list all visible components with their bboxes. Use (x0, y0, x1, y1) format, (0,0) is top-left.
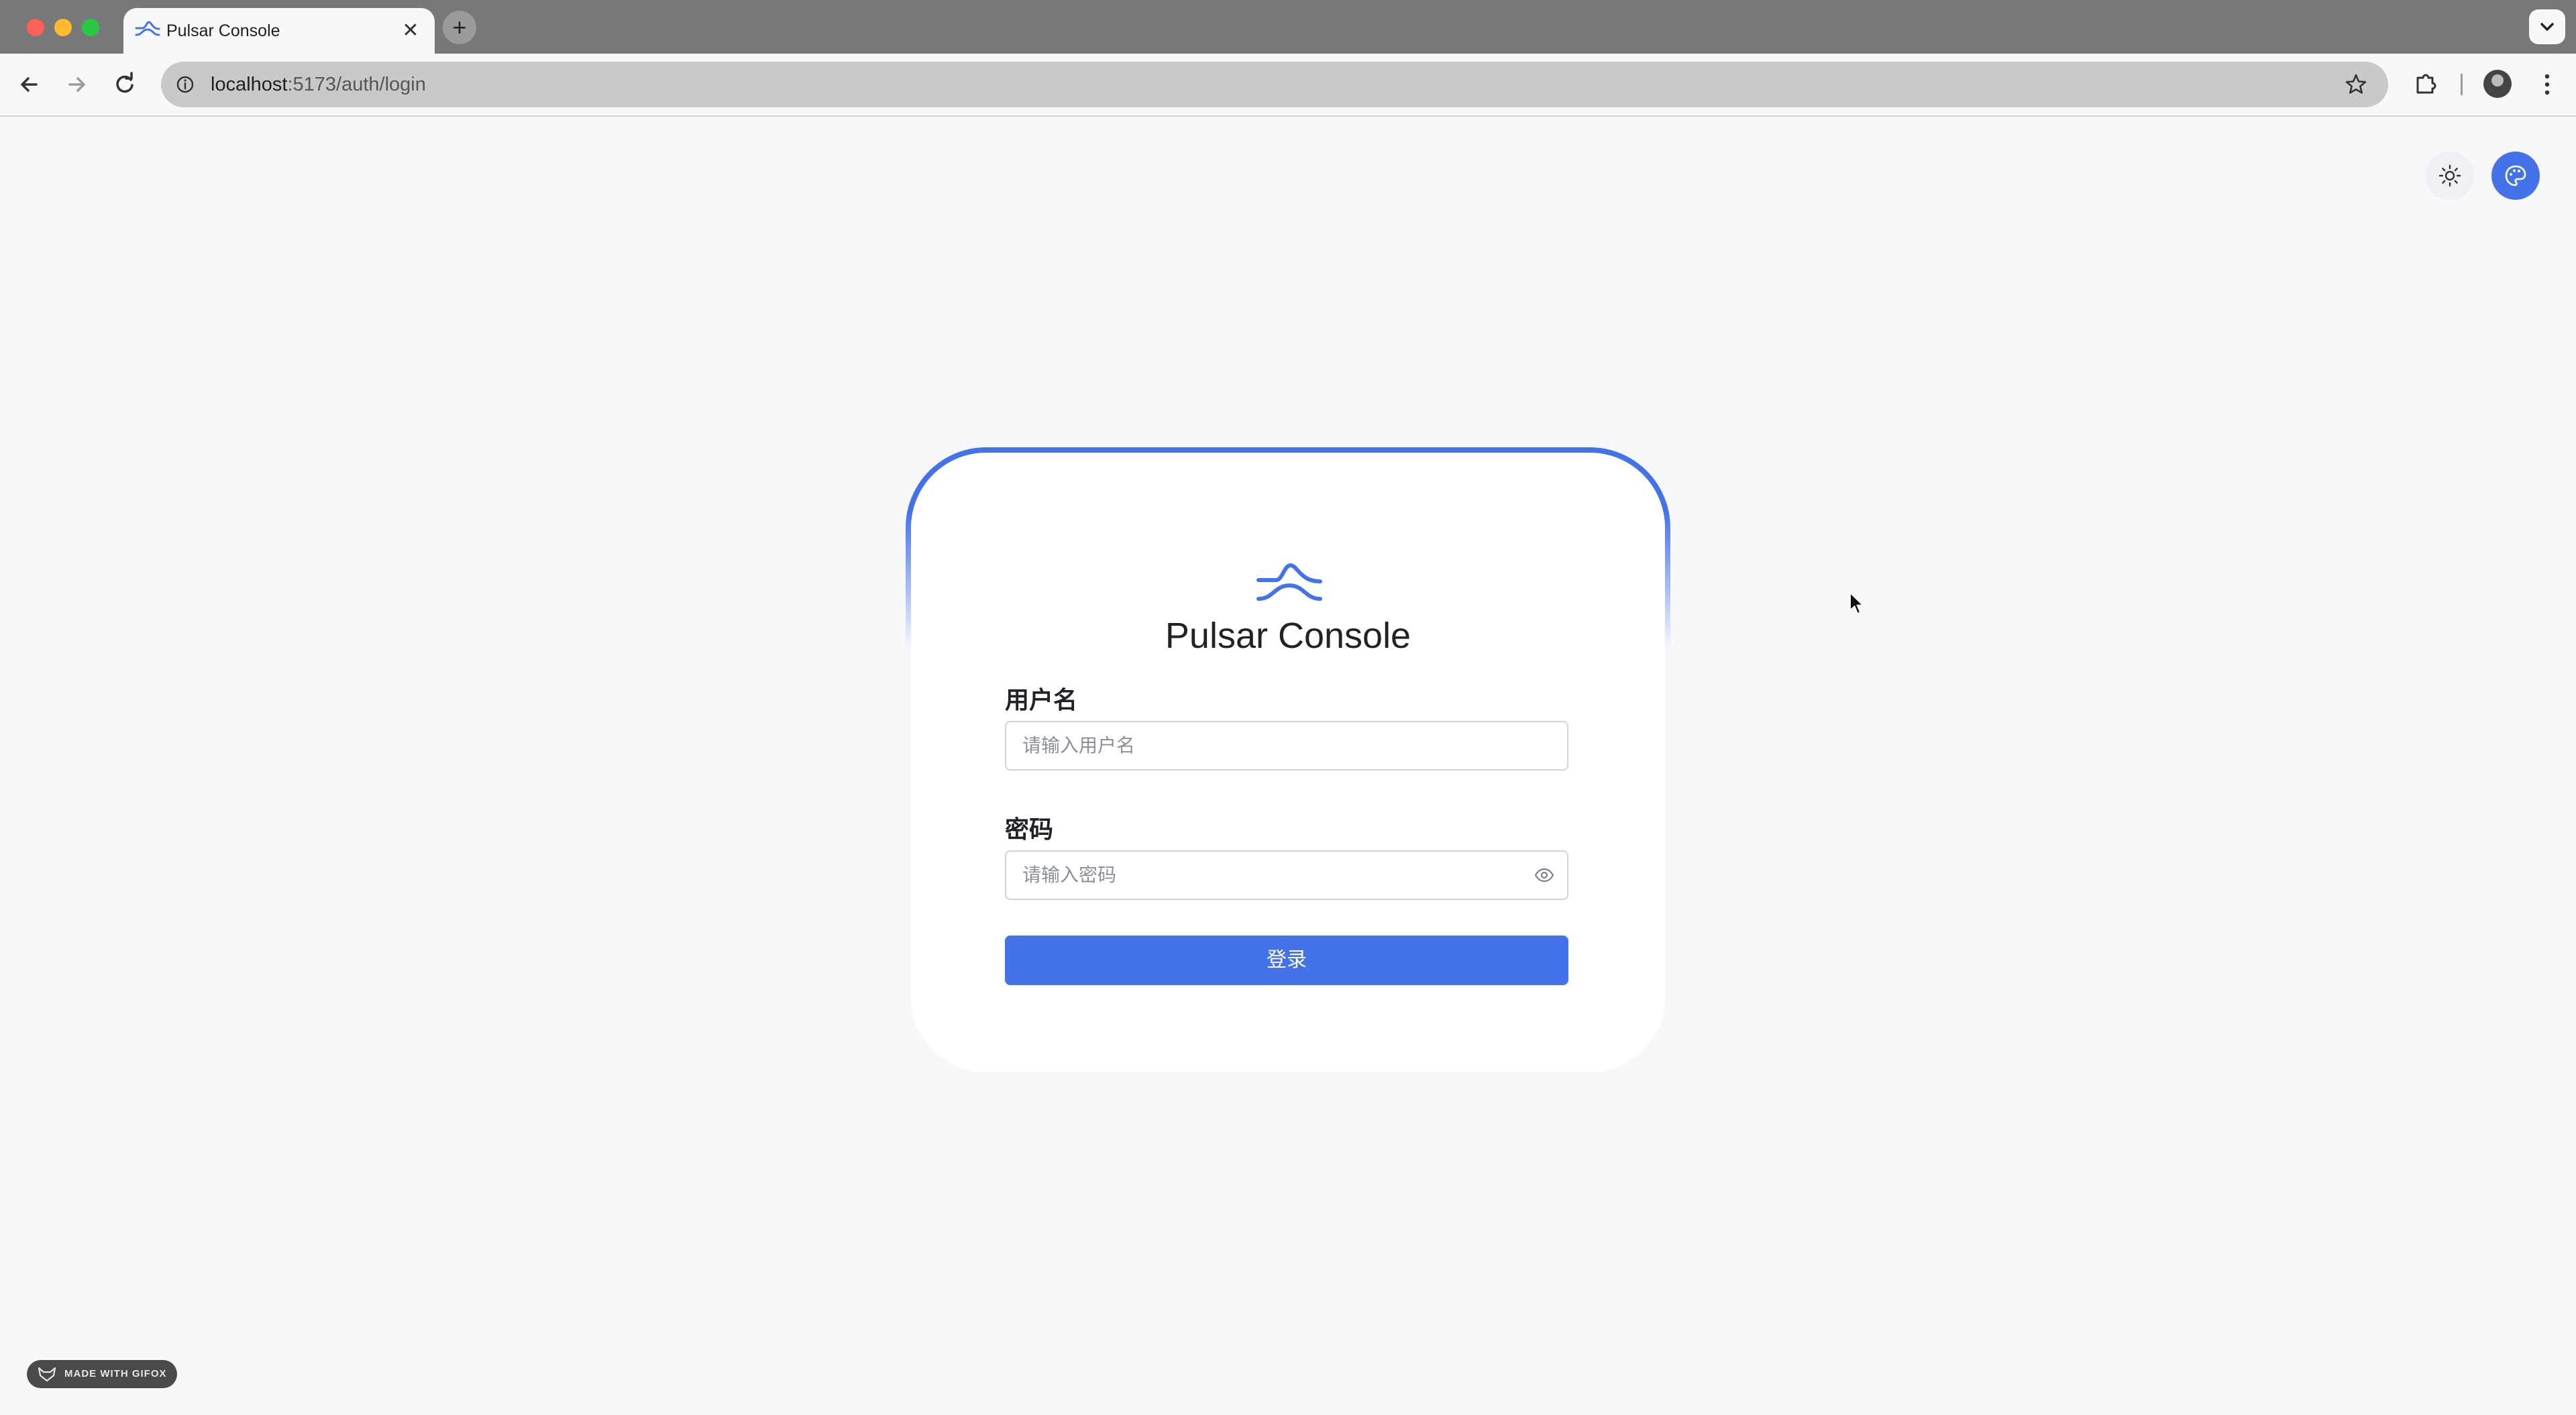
menu-kebab-icon[interactable] (2537, 70, 2557, 99)
eye-icon[interactable] (1534, 866, 1555, 884)
url-host: localhost (211, 74, 288, 95)
tab-close-icon[interactable]: ✕ (398, 19, 423, 43)
fox-icon (38, 1367, 56, 1382)
url-text: localhost:5173/auth/login (211, 62, 426, 107)
username-label: 用户名 (1005, 687, 1078, 714)
forward-icon[interactable] (60, 68, 93, 101)
mouse-cursor-icon (1849, 592, 1864, 614)
password-input[interactable]: 请输入密码 (1005, 850, 1568, 900)
puzzle-icon[interactable] (2411, 68, 2442, 99)
new-tab-button[interactable]: + (443, 11, 476, 44)
minimize-window-button[interactable] (54, 19, 72, 36)
star-icon[interactable] (2344, 72, 2368, 97)
browser-toolbar: localhost:5173/auth/login (0, 54, 2576, 117)
address-bar[interactable]: localhost:5173/auth/login (161, 62, 2388, 107)
watermark-text: MADE WITH GIFOX (64, 1368, 167, 1379)
login-card-frame: Pulsar Console 用户名 请输入用户名 密码 请输入密码 登录 (906, 447, 1670, 1078)
login-button[interactable]: 登录 (1005, 936, 1568, 985)
profile-avatar[interactable] (2483, 70, 2512, 98)
password-placeholder: 请输入密码 (1022, 864, 1117, 886)
browser-tab-bar: Pulsar Console ✕ + (0, 0, 2576, 54)
tab-title: Pulsar Console (166, 21, 280, 40)
palette-button[interactable] (2491, 152, 2540, 200)
password-label: 密码 (1005, 816, 1054, 844)
url-path: :5173/auth/login (287, 74, 426, 95)
sun-icon (2438, 164, 2461, 187)
pulsar-favicon-icon (135, 21, 160, 36)
username-placeholder: 请输入用户名 (1022, 734, 1136, 756)
gifox-watermark: MADE WITH GIFOX (27, 1360, 177, 1388)
chevron-down-icon (2540, 23, 2554, 31)
theme-toggle-button[interactable] (2426, 152, 2474, 200)
pulsar-logo-icon (1256, 563, 1322, 601)
tab-search-button[interactable] (2529, 9, 2565, 44)
maximize-window-button[interactable] (82, 19, 99, 36)
username-input[interactable]: 请输入用户名 (1005, 721, 1568, 771)
browser-tab[interactable]: Pulsar Console ✕ (123, 8, 435, 54)
login-card: Pulsar Console 用户名 请输入用户名 密码 请输入密码 登录 (911, 453, 1665, 1072)
toolbar-divider (2461, 74, 2463, 95)
back-icon[interactable] (13, 68, 46, 101)
palette-icon (2505, 165, 2526, 186)
site-info-icon[interactable] (176, 75, 195, 94)
close-window-button[interactable] (27, 19, 44, 36)
reload-icon[interactable] (109, 68, 141, 101)
app-title: Pulsar Console (1165, 616, 1411, 656)
